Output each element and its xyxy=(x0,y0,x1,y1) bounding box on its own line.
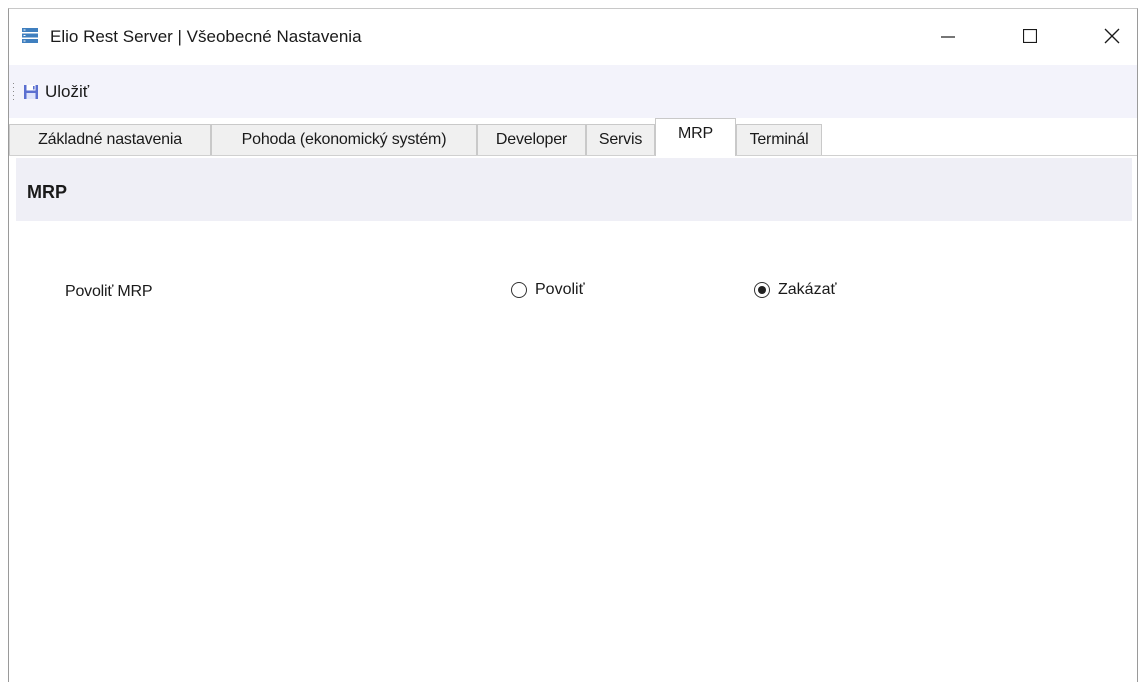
radio-checked-icon xyxy=(754,282,770,298)
disable-mrp-radio-label: Zakázať xyxy=(778,281,837,298)
tab-mrp[interactable]: MRP xyxy=(655,118,736,156)
tab-content-mrp: MRP Povoliť MRP Povoliť Zakázať xyxy=(9,156,1137,682)
tab-zakladne-nastavenia[interactable]: Základné nastavenia xyxy=(9,124,211,155)
section-header: MRP xyxy=(16,158,1132,221)
save-button[interactable]: Uložiť xyxy=(23,81,89,103)
tab-terminal[interactable]: Terminál xyxy=(736,124,822,155)
enable-mrp-radio[interactable]: Povoliť xyxy=(511,281,585,299)
minimize-icon xyxy=(941,36,955,38)
tab-pohoda[interactable]: Pohoda (ekonomický systém) xyxy=(211,124,477,155)
enable-mrp-radio-label: Povoliť xyxy=(535,281,585,298)
save-label: Uložiť xyxy=(45,82,90,101)
close-button[interactable] xyxy=(1089,9,1135,63)
toolbar: Uložiť xyxy=(9,65,1137,118)
maximize-icon xyxy=(1023,29,1037,43)
tab-servis[interactable]: Servis xyxy=(586,124,655,155)
radio-unchecked-icon xyxy=(511,282,527,298)
floppy-disk-icon xyxy=(23,84,39,100)
minimize-button[interactable] xyxy=(925,9,971,63)
section-title: MRP xyxy=(27,182,67,202)
app-window: Elio Rest Server | Všeobecné Nastavenia xyxy=(8,8,1138,682)
maximize-button[interactable] xyxy=(1007,9,1053,63)
enable-mrp-label: Povoliť MRP xyxy=(65,283,153,300)
disable-mrp-radio[interactable]: Zakázať xyxy=(754,281,836,299)
tab-strip: Základné nastavenia Pohoda (ekonomický s… xyxy=(9,118,1137,156)
tab-developer[interactable]: Developer xyxy=(477,124,586,155)
server-icon xyxy=(21,27,39,45)
close-icon xyxy=(1104,28,1120,44)
window-title: Elio Rest Server | Všeobecné Nastavenia xyxy=(50,27,362,46)
toolbar-grip-icon[interactable] xyxy=(12,82,15,102)
title-bar[interactable]: Elio Rest Server | Všeobecné Nastavenia xyxy=(9,9,1137,63)
